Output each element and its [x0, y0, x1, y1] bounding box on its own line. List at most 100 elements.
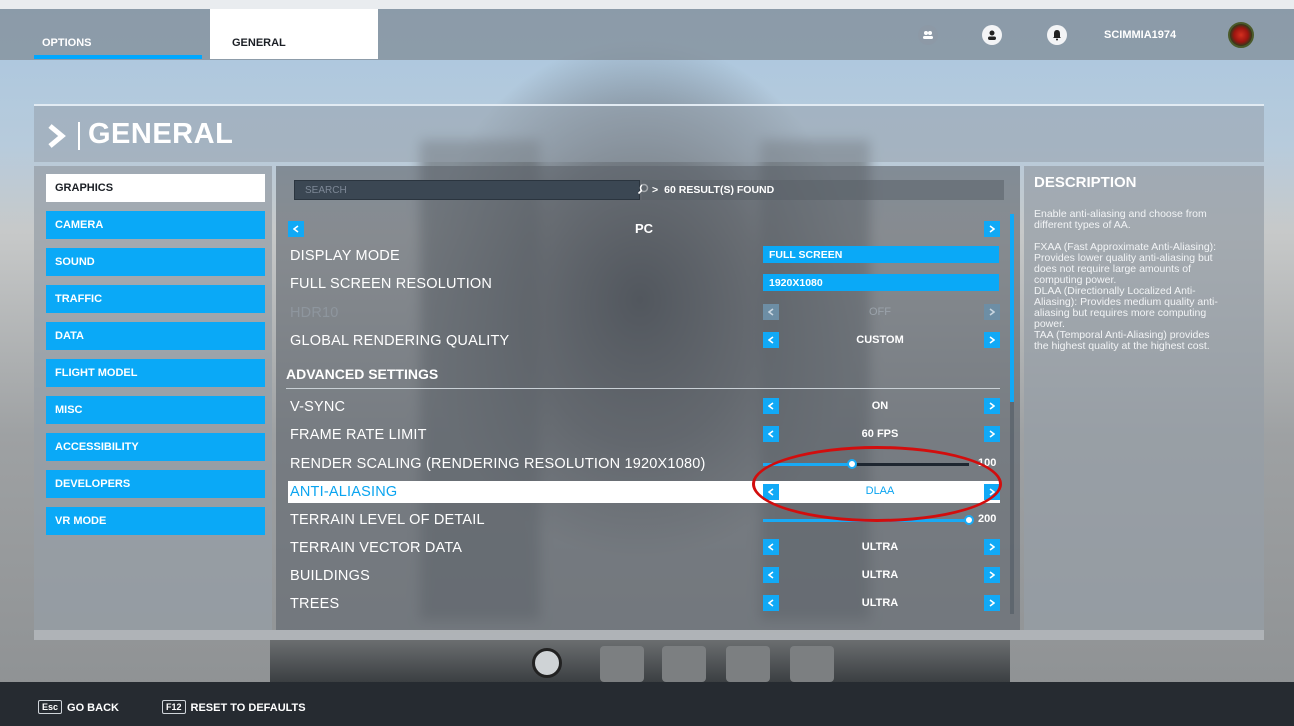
- hdr10-prev-button: [763, 304, 779, 320]
- sidebar-item-graphics[interactable]: GRAPHICS: [46, 174, 265, 202]
- go-back-button[interactable]: Esc GO BACK: [38, 700, 119, 714]
- settings-panel: SEARCH >60 RESULT(S) FOUND PC DISPLAY MO…: [276, 166, 1020, 630]
- trees-next-button[interactable]: [984, 595, 1000, 611]
- frame-rate-value: 60 FPS: [861, 428, 899, 440]
- pc-selector: PC: [288, 218, 1000, 240]
- buildings-next-button[interactable]: [984, 567, 1000, 583]
- advanced-settings-heading: ADVANCED SETTINGS: [286, 366, 439, 382]
- setting-full-screen-resolution[interactable]: FULL SCREEN RESOLUTION 1920X1080: [288, 273, 1000, 295]
- setting-label: HDR10: [290, 305, 339, 321]
- tab-general-label: GENERAL: [232, 37, 286, 49]
- setting-terrain-vector-data[interactable]: TERRAIN VECTOR DATA ULTRA: [288, 537, 1000, 559]
- search-input[interactable]: SEARCH: [294, 180, 649, 200]
- terrain-lod-slider-handle[interactable]: [964, 515, 974, 525]
- sidebar-item-label: SOUND: [55, 256, 95, 268]
- vsync-next-button[interactable]: [984, 398, 1000, 414]
- profile-icon[interactable]: [982, 25, 1002, 45]
- tab-options-label: OPTIONS: [42, 37, 92, 49]
- top-bar: OPTIONS GENERAL SCIMMIA1974: [0, 0, 1294, 60]
- panel-bottom-edge: [34, 630, 1264, 640]
- sidebar-item-flight-model[interactable]: FLIGHT MODEL: [46, 359, 265, 387]
- setting-buildings[interactable]: BUILDINGS ULTRA: [288, 565, 1000, 587]
- go-back-label: GO BACK: [67, 702, 119, 714]
- setting-label: DISPLAY MODE: [290, 248, 400, 264]
- esc-key-badge: Esc: [38, 700, 63, 714]
- reset-defaults-label: RESET TO DEFAULTS: [190, 702, 306, 714]
- terrain-vector-next-button[interactable]: [984, 539, 1000, 555]
- pc-next-button[interactable]: [984, 221, 1000, 237]
- highlight-ring: [752, 446, 1002, 522]
- frame-rate-next-button[interactable]: [984, 426, 1000, 442]
- description-text: Enable anti-aliasing and choose from dif…: [1034, 208, 1218, 352]
- reset-defaults-button[interactable]: F12 RESET TO DEFAULTS: [162, 700, 306, 714]
- setting-frame-rate-limit[interactable]: FRAME RATE LIMIT 60 FPS: [288, 424, 1000, 446]
- setting-label: TREES: [290, 596, 340, 612]
- sidebar: GRAPHICS CAMERA SOUND TRAFFIC DATA FLIGH…: [34, 166, 272, 630]
- terrain-lod-value: 200: [978, 513, 997, 525]
- sidebar-item-sound[interactable]: SOUND: [46, 248, 265, 276]
- sidebar-item-traffic[interactable]: TRAFFIC: [46, 285, 265, 313]
- terrain-vector-prev-button[interactable]: [763, 539, 779, 555]
- sidebar-item-label: DATA: [55, 330, 84, 342]
- setting-display-mode[interactable]: DISPLAY MODE FULL SCREEN: [288, 245, 1000, 267]
- results-count: >60 RESULT(S) FOUND: [652, 184, 774, 196]
- background-cockpit-panel: [270, 640, 1010, 682]
- setting-label: GLOBAL RENDERING QUALITY: [290, 333, 510, 349]
- top-strip: [0, 0, 1294, 9]
- tab-options-underline: [34, 55, 202, 59]
- scrollbar-thumb[interactable]: [1010, 214, 1014, 402]
- page-header: GENERAL: [34, 104, 1264, 162]
- sidebar-item-label: MISC: [55, 404, 83, 416]
- results-chevron-icon: >: [652, 184, 659, 196]
- header-divider: [78, 122, 80, 150]
- setting-global-rendering-quality[interactable]: GLOBAL RENDERING QUALITY CUSTOM: [288, 330, 1000, 352]
- header-chevron-icon: [48, 124, 66, 148]
- buildings-value: ULTRA: [861, 569, 899, 581]
- results-text: 60 RESULT(S) FOUND: [664, 184, 775, 196]
- sidebar-item-label: VR MODE: [55, 515, 107, 527]
- username[interactable]: SCIMMIA1974: [1104, 29, 1176, 41]
- f12-key-badge: F12: [162, 700, 186, 714]
- bottom-bar: Esc GO BACK F12 RESET TO DEFAULTS: [0, 682, 1294, 726]
- buildings-prev-button[interactable]: [763, 567, 779, 583]
- notifications-icon[interactable]: [1047, 25, 1067, 45]
- sidebar-item-developers[interactable]: DEVELOPERS: [46, 470, 265, 498]
- frame-rate-prev-button[interactable]: [763, 426, 779, 442]
- sidebar-item-misc[interactable]: MISC: [46, 396, 265, 424]
- sidebar-item-label: GRAPHICS: [55, 182, 114, 194]
- sidebar-item-vr-mode[interactable]: VR MODE: [46, 507, 265, 535]
- advanced-settings-divider: [286, 388, 1000, 389]
- setting-label: FRAME RATE LIMIT: [290, 427, 427, 443]
- sidebar-item-label: TRAFFIC: [55, 293, 103, 305]
- trees-value: ULTRA: [861, 597, 899, 609]
- global-quality-next-button[interactable]: [984, 332, 1000, 348]
- vsync-prev-button[interactable]: [763, 398, 779, 414]
- description-title: DESCRIPTION: [1034, 174, 1137, 191]
- setting-label: ANTI-ALIASING: [290, 484, 398, 500]
- page-title: GENERAL: [88, 118, 234, 150]
- vsync-value: ON: [871, 400, 889, 412]
- avatar[interactable]: [1228, 22, 1254, 48]
- friends-icon[interactable]: [918, 25, 938, 45]
- tab-general[interactable]: GENERAL: [210, 9, 378, 59]
- trees-prev-button[interactable]: [763, 595, 779, 611]
- display-mode-dropdown[interactable]: FULL SCREEN: [763, 246, 999, 263]
- tab-options[interactable]: OPTIONS: [34, 9, 202, 59]
- search-placeholder: SEARCH: [305, 185, 347, 196]
- setting-trees[interactable]: TREES ULTRA: [288, 593, 1000, 615]
- sidebar-item-accessibility[interactable]: ACCESSIBILITY: [46, 433, 265, 461]
- sidebar-item-label: ACCESSIBILITY: [55, 441, 139, 453]
- global-quality-prev-button[interactable]: [763, 332, 779, 348]
- setting-hdr10: HDR10 OFF: [288, 302, 1000, 324]
- sidebar-item-camera[interactable]: CAMERA: [46, 211, 265, 239]
- setting-v-sync[interactable]: V-SYNC ON: [288, 396, 1000, 418]
- setting-label: TERRAIN LEVEL OF DETAIL: [290, 512, 485, 528]
- global-quality-value: CUSTOM: [856, 334, 904, 346]
- sidebar-item-label: DEVELOPERS: [55, 478, 131, 490]
- setting-label: TERRAIN VECTOR DATA: [290, 540, 463, 556]
- terrain-vector-value: ULTRA: [861, 541, 899, 553]
- sidebar-item-data[interactable]: DATA: [46, 322, 265, 350]
- resolution-dropdown[interactable]: 1920X1080: [763, 274, 999, 291]
- pc-label: PC: [634, 221, 654, 236]
- setting-label: V-SYNC: [290, 399, 346, 415]
